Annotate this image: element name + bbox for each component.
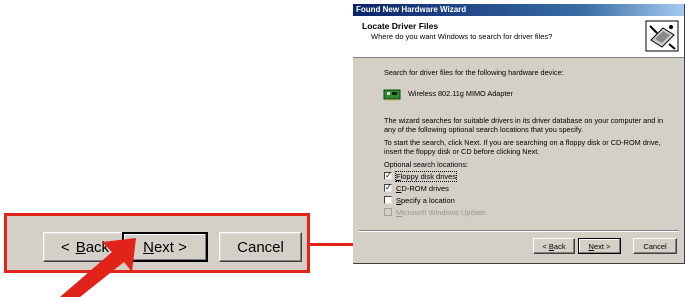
floppy-checkbox[interactable]: ✓: [384, 172, 392, 180]
floppy-label: Floppy disk drives: [394, 170, 458, 182]
dialog-title: Found New Hardware Wizard: [353, 4, 684, 16]
specify-label-rest: pecify a location: [401, 195, 455, 205]
cdrom-label-rest: D-ROM drives: [401, 183, 449, 193]
windows-update-label: Microsoft Windows Update: [396, 208, 485, 217]
cdrom-label: CD-ROM drives: [396, 184, 449, 193]
option-cdrom[interactable]: ✓ CD-ROM drives: [384, 183, 449, 193]
cancel-label-small: Cancel: [643, 241, 667, 251]
header-subtitle: Where do you want Windows to search for …: [371, 32, 553, 41]
option-specify-location[interactable]: Specify a location: [384, 195, 455, 205]
start-instructions: To start the search, click Next. If you …: [384, 138, 661, 156]
next-rest: ext >: [593, 241, 611, 251]
cdrom-checkbox[interactable]: ✓: [384, 184, 392, 192]
intro-text: Search for driver files for the followin…: [384, 68, 564, 77]
back-rest: ack: [553, 241, 566, 251]
floppy-label-rest: loppy disk drives: [400, 171, 457, 181]
option-floppy[interactable]: ✓ Floppy disk drives: [384, 170, 458, 182]
wizard-dialog: Found New Hardware Wizard Locate Driver …: [353, 4, 685, 264]
button-separator: [359, 230, 679, 232]
option-windows-update: Microsoft Windows Update: [384, 207, 485, 217]
cancel-button[interactable]: Cancel: [633, 238, 677, 254]
windows-update-label-rest: icrosoft Windows Update: [402, 207, 486, 217]
wizard-header: Locate Driver Files Where do you want Wi…: [353, 16, 684, 58]
network-adapter-icon: [383, 89, 401, 101]
next-button[interactable]: Next >: [578, 238, 621, 254]
back-prefix: <: [542, 241, 547, 251]
back-button[interactable]: < Back: [533, 238, 575, 254]
specify-location-label: Specify a location: [396, 196, 455, 205]
header-title: Locate Driver Files: [362, 21, 439, 31]
windows-update-checkbox: [384, 208, 392, 216]
device-name: Wireless 802.11g MIMO Adapter: [408, 89, 513, 98]
next-label-rest: ext >: [153, 238, 187, 256]
hardware-wizard-icon: [645, 20, 679, 52]
pointer-arrow-icon: [60, 238, 136, 297]
options-label: Optional search locations:: [384, 160, 468, 169]
specify-location-checkbox[interactable]: [384, 196, 392, 204]
search-description: The wizard searches for suitable drivers…: [384, 116, 664, 134]
cancel-button-zoomed[interactable]: Cancel: [219, 232, 302, 262]
cancel-label: Cancel: [237, 238, 284, 256]
